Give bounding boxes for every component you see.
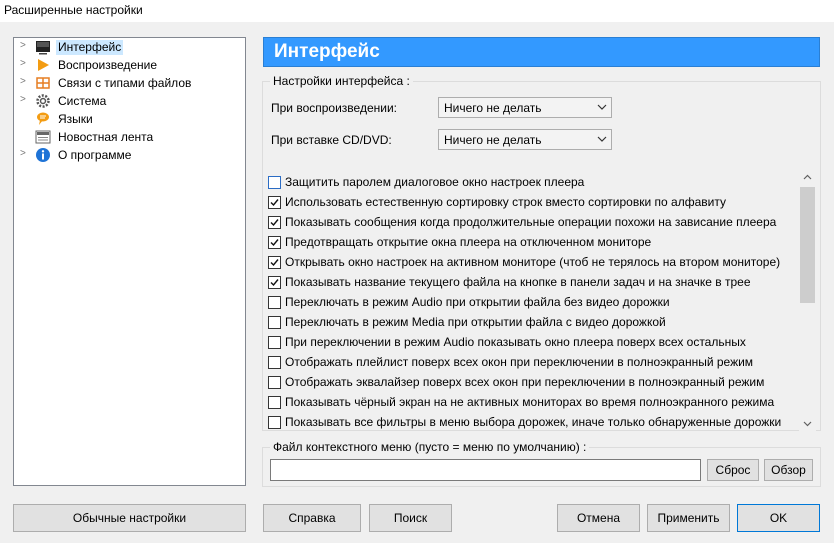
checkbox-checked[interactable] bbox=[268, 256, 281, 269]
tree-item-about[interactable]: > О программе bbox=[14, 146, 244, 164]
tree-item-label: Языки bbox=[58, 112, 93, 126]
option-checkbox-row[interactable]: Показывать сообщения когда продолжительн… bbox=[268, 212, 798, 232]
option-checkbox-row[interactable]: Отображать эквалайзер поверх всех окон п… bbox=[268, 372, 798, 392]
option-label: Открывать окно настроек на активном мони… bbox=[285, 255, 781, 269]
options-scrollbar[interactable] bbox=[799, 171, 816, 431]
checkbox-unchecked[interactable] bbox=[268, 176, 281, 189]
ok-button[interactable]: OK bbox=[737, 504, 820, 532]
checkbox-unchecked[interactable] bbox=[268, 356, 281, 369]
browse-button[interactable]: Обзор bbox=[764, 459, 813, 481]
option-label: Показывать все фильтры в меню выбора дор… bbox=[285, 415, 782, 429]
chevron-right-icon[interactable]: > bbox=[20, 76, 30, 88]
basic-settings-button[interactable]: Обычные настройки bbox=[13, 504, 246, 532]
group-label: Настройки интерфейса : bbox=[270, 74, 413, 88]
checkbox-checked[interactable] bbox=[268, 216, 281, 229]
playback-select-value: Ничего не делать bbox=[444, 101, 542, 115]
apply-button[interactable]: Применить bbox=[647, 504, 730, 532]
chevron-down-icon bbox=[597, 136, 607, 142]
tree-item-label: Система bbox=[58, 94, 107, 108]
option-label: Показывать сообщения когда продолжительн… bbox=[285, 215, 777, 229]
option-label: Отображать эквалайзер поверх всех окон п… bbox=[285, 375, 765, 389]
option-label: Использовать естественную сортировку стр… bbox=[285, 195, 726, 209]
window-title: Расширенные настройки bbox=[4, 3, 143, 17]
tree-item-label: О программе bbox=[58, 148, 132, 162]
reset-button[interactable]: Сброс bbox=[707, 459, 759, 481]
option-label: При переключении в режим Audio показыват… bbox=[285, 335, 746, 349]
checkbox-unchecked[interactable] bbox=[268, 336, 281, 349]
option-checkbox-row[interactable]: Показывать чёрный экран на не активных м… bbox=[268, 392, 798, 412]
option-checkbox-row[interactable]: Переключать в режим Media при открытии ф… bbox=[268, 312, 798, 332]
news-icon bbox=[35, 130, 51, 144]
cd-select-value: Ничего не делать bbox=[444, 133, 542, 147]
context-menu-label: Файл контекстного меню (пусто = меню по … bbox=[270, 440, 590, 454]
checkmark-icon bbox=[270, 239, 279, 247]
chevron-down-icon bbox=[597, 104, 607, 110]
tree-item-label: Интерфейс bbox=[56, 40, 124, 55]
checkbox-unchecked[interactable] bbox=[268, 296, 281, 309]
option-checkbox-row[interactable]: Отображать плейлист поверх всех окон при… bbox=[268, 352, 798, 372]
checkbox-unchecked[interactable] bbox=[268, 396, 281, 409]
checkmark-icon bbox=[270, 219, 279, 227]
chevron-right-icon[interactable]: > bbox=[20, 40, 30, 52]
checkbox-checked[interactable] bbox=[268, 236, 281, 249]
scroll-down-icon[interactable] bbox=[803, 421, 812, 427]
file-assoc-icon bbox=[36, 77, 50, 89]
panel-title: Интерфейс bbox=[274, 41, 380, 62]
options-checkbox-list: Защитить паролем диалоговое окно настрое… bbox=[265, 171, 816, 431]
context-menu-file-input[interactable] bbox=[270, 459, 701, 481]
checkbox-checked[interactable] bbox=[268, 196, 281, 209]
option-label: Показывать чёрный экран на не активных м… bbox=[285, 395, 775, 409]
tree-item-label: Воспроизведение bbox=[58, 58, 158, 72]
info-icon bbox=[36, 148, 50, 162]
option-label: Защитить паролем диалоговое окно настрое… bbox=[285, 175, 585, 189]
tree-item-interface[interactable]: > Интерфейс bbox=[14, 38, 244, 56]
cd-label: При вставке CD/DVD: bbox=[271, 133, 392, 147]
chevron-right-icon[interactable]: > bbox=[20, 148, 30, 160]
panel-header: Интерфейс bbox=[263, 37, 820, 67]
option-checkbox-row[interactable]: Использовать естественную сортировку стр… bbox=[268, 192, 798, 212]
option-label: Предотвращать открытие окна плеера на от… bbox=[285, 235, 652, 249]
checkbox-unchecked[interactable] bbox=[268, 416, 281, 429]
title-bar: Расширенные настройки bbox=[0, 0, 834, 22]
checkbox-unchecked[interactable] bbox=[268, 376, 281, 389]
playback-label: При воспроизведении: bbox=[271, 101, 397, 115]
option-checkbox-row[interactable]: Показывать все фильтры в меню выбора дор… bbox=[268, 412, 798, 431]
cancel-button[interactable]: Отмена bbox=[557, 504, 640, 532]
language-icon bbox=[37, 112, 49, 125]
option-checkbox-row[interactable]: Открывать окно настроек на активном мони… bbox=[268, 252, 798, 272]
tree-item-system[interactable]: > Система bbox=[14, 92, 244, 110]
chevron-right-icon[interactable]: > bbox=[20, 94, 30, 106]
option-checkbox-row[interactable]: Показывать название текущего файла на кн… bbox=[268, 272, 798, 292]
checkmark-icon bbox=[270, 259, 279, 267]
option-label: Показывать название текущего файла на кн… bbox=[285, 275, 751, 289]
settings-tree[interactable]: > Интерфейс > Воспроизведение > Связи с … bbox=[13, 37, 246, 486]
checkbox-unchecked[interactable] bbox=[268, 316, 281, 329]
play-icon bbox=[38, 59, 49, 71]
gear-icon bbox=[36, 94, 50, 108]
tree-item-languages[interactable]: Языки bbox=[14, 110, 244, 128]
option-checkbox-row[interactable]: Предотвращать открытие окна плеера на от… bbox=[268, 232, 798, 252]
checkmark-icon bbox=[270, 199, 279, 207]
tree-item-playback[interactable]: > Воспроизведение bbox=[14, 56, 244, 74]
checkmark-icon bbox=[270, 279, 279, 287]
playback-select[interactable]: Ничего не делать bbox=[438, 97, 612, 118]
option-checkbox-row[interactable]: При переключении в режим Audio показыват… bbox=[268, 332, 798, 352]
option-label: Переключать в режим Audio при открытии ф… bbox=[285, 295, 670, 309]
tree-item-news[interactable]: Новостная лента bbox=[14, 128, 244, 146]
help-button[interactable]: Справка bbox=[263, 504, 361, 532]
checkbox-checked[interactable] bbox=[268, 276, 281, 289]
cd-select[interactable]: Ничего не делать bbox=[438, 129, 612, 150]
scroll-up-icon[interactable] bbox=[803, 174, 812, 180]
tree-item-label: Новостная лента bbox=[58, 130, 154, 144]
chevron-right-icon[interactable]: > bbox=[20, 58, 30, 70]
tree-item-file-assoc[interactable]: > Связи с типами файлов bbox=[14, 74, 244, 92]
option-checkbox-row[interactable]: Переключать в режим Audio при открытии ф… bbox=[268, 292, 798, 312]
tree-item-label: Связи с типами файлов bbox=[58, 76, 192, 90]
scrollbar-thumb[interactable] bbox=[800, 187, 815, 303]
option-label: Отображать плейлист поверх всех окон при… bbox=[285, 355, 754, 369]
option-label: Переключать в режим Media при открытии ф… bbox=[285, 315, 666, 329]
option-checkbox-row[interactable]: Защитить паролем диалоговое окно настрое… bbox=[268, 172, 798, 192]
search-button[interactable]: Поиск bbox=[369, 504, 452, 532]
monitor-icon bbox=[36, 41, 50, 55]
